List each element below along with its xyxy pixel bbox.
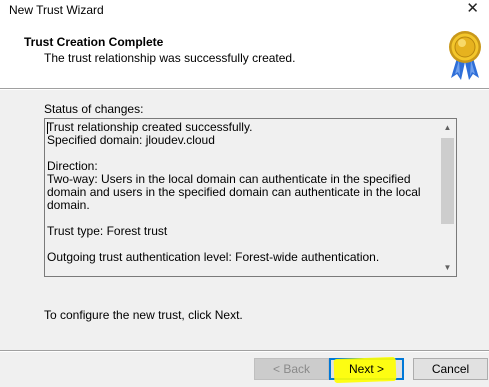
scroll-up-icon[interactable]: ▲ bbox=[439, 119, 456, 136]
back-button[interactable]: < Back bbox=[254, 358, 329, 380]
award-ribbon-icon bbox=[449, 31, 481, 80]
status-text: Trust relationship created successfully.… bbox=[47, 120, 421, 264]
close-icon[interactable]: ✕ bbox=[466, 1, 479, 17]
status-textbox[interactable]: Trust relationship created successfully.… bbox=[44, 118, 457, 277]
cancel-button[interactable]: Cancel bbox=[413, 358, 488, 380]
configure-instruction: To configure the new trust, click Next. bbox=[44, 308, 243, 322]
wizard-content: Status of changes: Trust relationship cr… bbox=[0, 90, 489, 350]
page-title: Trust Creation Complete bbox=[24, 35, 164, 49]
scroll-thumb[interactable] bbox=[441, 138, 454, 224]
next-button-label: Next > bbox=[348, 362, 384, 376]
text-caret bbox=[47, 122, 48, 134]
scroll-down-icon[interactable]: ▼ bbox=[439, 259, 456, 276]
vertical-scrollbar[interactable]: ▲ ▼ bbox=[439, 119, 456, 276]
wizard-footer: < Back Next > Cancel bbox=[0, 352, 489, 387]
window-title: New Trust Wizard bbox=[9, 3, 104, 17]
status-label: Status of changes: bbox=[44, 102, 144, 116]
page-subtitle: The trust relationship was successfully … bbox=[44, 51, 296, 65]
title-bar: New Trust Wizard ✕ bbox=[0, 0, 489, 22]
wizard-header: Trust Creation Complete The trust relati… bbox=[0, 22, 489, 88]
